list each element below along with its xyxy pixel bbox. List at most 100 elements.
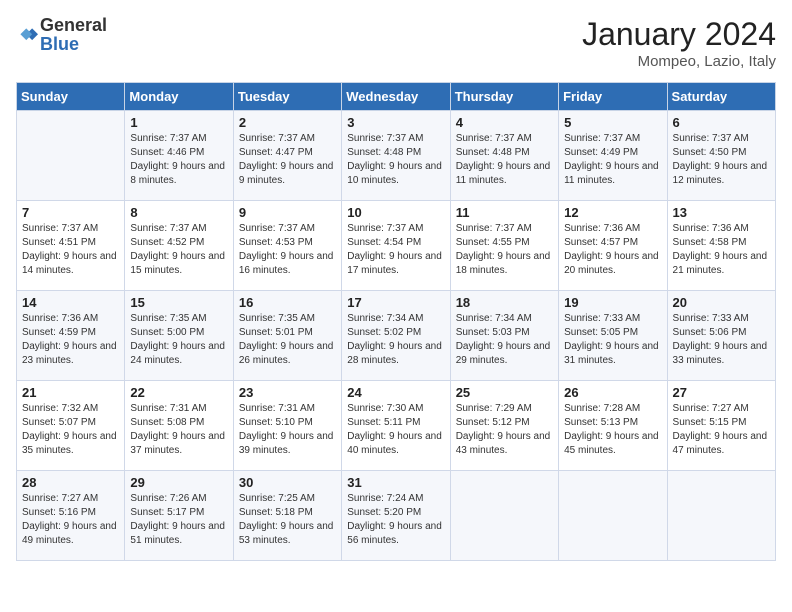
logo-icon xyxy=(16,24,38,46)
calendar-day-cell: 30Sunrise: 7:25 AMSunset: 5:18 PMDayligh… xyxy=(233,471,341,561)
calendar-day-cell: 10Sunrise: 7:37 AMSunset: 4:54 PMDayligh… xyxy=(342,201,450,291)
day-info: Sunrise: 7:37 AMSunset: 4:49 PMDaylight:… xyxy=(564,132,661,188)
day-number: 25 xyxy=(456,385,553,400)
day-info: Sunrise: 7:37 AMSunset: 4:54 PMDaylight:… xyxy=(347,222,444,278)
calendar-day-cell: 26 Sunrise: 7:28 AMSunset: 5:13 PMDayligh… xyxy=(559,381,667,471)
calendar-day-cell: 13 Sunrise: 7:36 AMSunset: 4:58 PMDayligh… xyxy=(667,201,775,291)
calendar-week-row: 21Sunrise: 7:32 AMSunset: 5:07 PMDayligh… xyxy=(17,381,776,471)
day-info: Sunrise: 7:33 AMSunset: 5:06 PMDaylight:… xyxy=(673,312,770,368)
calendar-day-cell: 20 Sunrise: 7:33 AMSunset: 5:06 PMDayligh… xyxy=(667,291,775,381)
calendar-day-cell: 27 Sunrise: 7:27 AMSunset: 5:15 PMDayligh… xyxy=(667,381,775,471)
weekday-header-row: SundayMondayTuesdayWednesdayThursdayFrid… xyxy=(17,83,776,111)
day-info: Sunrise: 7:37 AMSunset: 4:55 PMDaylight:… xyxy=(456,222,553,278)
calendar-day-cell: 9 Sunrise: 7:37 AMSunset: 4:53 PMDaylight… xyxy=(233,201,341,291)
day-number: 5 xyxy=(564,115,661,130)
day-number: 9 xyxy=(239,205,336,220)
calendar-day-cell: 28 Sunrise: 7:27 AMSunset: 5:16 PMDayligh… xyxy=(17,471,125,561)
calendar-week-row: 14 Sunrise: 7:36 AMSunset: 4:59 PMDayligh… xyxy=(17,291,776,381)
day-info: Sunrise: 7:33 AMSunset: 5:05 PMDaylight:… xyxy=(564,312,661,368)
calendar-day-cell xyxy=(667,471,775,561)
day-number: 6 xyxy=(673,115,770,130)
day-info: Sunrise: 7:37 AMSunset: 4:52 PMDaylight:… xyxy=(130,222,227,278)
day-number: 7 xyxy=(22,205,119,220)
calendar-day-cell: 2 Sunrise: 7:37 AMSunset: 4:47 PMDaylight… xyxy=(233,111,341,201)
day-number: 19 xyxy=(564,295,661,310)
calendar-day-cell: 14 Sunrise: 7:36 AMSunset: 4:59 PMDayligh… xyxy=(17,291,125,381)
day-info: Sunrise: 7:28 AMSunset: 5:13 PMDaylight:… xyxy=(564,402,661,458)
day-info: Sunrise: 7:34 AMSunset: 5:03 PMDaylight:… xyxy=(456,312,553,368)
calendar-day-cell: 3 Sunrise: 7:37 AMSunset: 4:48 PMDaylight… xyxy=(342,111,450,201)
day-number: 23 xyxy=(239,385,336,400)
day-info: Sunrise: 7:30 AMSunset: 5:11 PMDaylight:… xyxy=(347,402,444,458)
day-info: Sunrise: 7:37 AMSunset: 4:46 PMDaylight:… xyxy=(130,132,227,188)
day-info: Sunrise: 7:31 AMSunset: 5:08 PMDaylight:… xyxy=(130,402,227,458)
day-number: 26 xyxy=(564,385,661,400)
calendar-day-cell: 29 Sunrise: 7:26 AMSunset: 5:17 PMDayligh… xyxy=(125,471,233,561)
day-info: Sunrise: 7:36 AMSunset: 4:59 PMDaylight:… xyxy=(22,312,119,368)
day-info: Sunrise: 7:27 AMSunset: 5:15 PMDaylight:… xyxy=(673,402,770,458)
calendar-table: SundayMondayTuesdayWednesdayThursdayFrid… xyxy=(16,82,776,561)
day-info: Sunrise: 7:32 AMSunset: 5:07 PMDaylight:… xyxy=(22,402,119,458)
location-title: Mompeo, Lazio, Italy xyxy=(582,53,776,70)
calendar-day-cell: 4 Sunrise: 7:37 AMSunset: 4:48 PMDaylight… xyxy=(450,111,558,201)
calendar-week-row: 28 Sunrise: 7:27 AMSunset: 5:16 PMDayligh… xyxy=(17,471,776,561)
day-info: Sunrise: 7:26 AMSunset: 5:17 PMDaylight:… xyxy=(130,492,227,548)
day-number: 14 xyxy=(22,295,119,310)
page-header: General Blue January 2024 Mompeo, Lazio,… xyxy=(16,16,776,70)
day-number: 22 xyxy=(130,385,227,400)
calendar-day-cell: 8 Sunrise: 7:37 AMSunset: 4:52 PMDaylight… xyxy=(125,201,233,291)
day-number: 30 xyxy=(239,475,336,490)
calendar-body: 1 Sunrise: 7:37 AMSunset: 4:46 PMDaylight… xyxy=(17,111,776,561)
day-number: 16 xyxy=(239,295,336,310)
day-info: Sunrise: 7:37 AMSunset: 4:53 PMDaylight:… xyxy=(239,222,336,278)
day-number: 29 xyxy=(130,475,227,490)
day-info: Sunrise: 7:35 AMSunset: 5:00 PMDaylight:… xyxy=(130,312,227,368)
logo-blue-text: Blue xyxy=(40,34,79,54)
day-number: 4 xyxy=(456,115,553,130)
calendar-day-cell xyxy=(17,111,125,201)
weekday-header-cell: Saturday xyxy=(667,83,775,111)
day-number: 20 xyxy=(673,295,770,310)
day-number: 11 xyxy=(456,205,553,220)
weekday-header-cell: Friday xyxy=(559,83,667,111)
calendar-day-cell: 15 Sunrise: 7:35 AMSunset: 5:00 PMDayligh… xyxy=(125,291,233,381)
day-number: 24 xyxy=(347,385,444,400)
calendar-day-cell: 11 Sunrise: 7:37 AMSunset: 4:55 PMDayligh… xyxy=(450,201,558,291)
day-info: Sunrise: 7:37 AMSunset: 4:47 PMDaylight:… xyxy=(239,132,336,188)
day-number: 27 xyxy=(673,385,770,400)
logo: General Blue xyxy=(16,16,107,54)
calendar-day-cell: 25Sunrise: 7:29 AMSunset: 5:12 PMDayligh… xyxy=(450,381,558,471)
day-number: 3 xyxy=(347,115,444,130)
calendar-day-cell: 5 Sunrise: 7:37 AMSunset: 4:49 PMDaylight… xyxy=(559,111,667,201)
calendar-day-cell: 7Sunrise: 7:37 AMSunset: 4:51 PMDaylight… xyxy=(17,201,125,291)
title-block: January 2024 Mompeo, Lazio, Italy xyxy=(582,16,776,70)
calendar-day-cell xyxy=(559,471,667,561)
day-number: 1 xyxy=(130,115,227,130)
calendar-day-cell: 16Sunrise: 7:35 AMSunset: 5:01 PMDayligh… xyxy=(233,291,341,381)
day-info: Sunrise: 7:37 AMSunset: 4:48 PMDaylight:… xyxy=(347,132,444,188)
day-number: 8 xyxy=(130,205,227,220)
calendar-week-row: 7Sunrise: 7:37 AMSunset: 4:51 PMDaylight… xyxy=(17,201,776,291)
day-info: Sunrise: 7:37 AMSunset: 4:50 PMDaylight:… xyxy=(673,132,770,188)
day-number: 18 xyxy=(456,295,553,310)
day-info: Sunrise: 7:34 AMSunset: 5:02 PMDaylight:… xyxy=(347,312,444,368)
calendar-day-cell: 19 Sunrise: 7:33 AMSunset: 5:05 PMDayligh… xyxy=(559,291,667,381)
calendar-day-cell: 21Sunrise: 7:32 AMSunset: 5:07 PMDayligh… xyxy=(17,381,125,471)
day-number: 13 xyxy=(673,205,770,220)
day-number: 15 xyxy=(130,295,227,310)
calendar-day-cell: 1 Sunrise: 7:37 AMSunset: 4:46 PMDaylight… xyxy=(125,111,233,201)
day-number: 12 xyxy=(564,205,661,220)
weekday-header-cell: Thursday xyxy=(450,83,558,111)
day-info: Sunrise: 7:36 AMSunset: 4:58 PMDaylight:… xyxy=(673,222,770,278)
calendar-day-cell: 6 Sunrise: 7:37 AMSunset: 4:50 PMDaylight… xyxy=(667,111,775,201)
month-title: January 2024 xyxy=(582,16,776,53)
calendar-day-cell: 31 Sunrise: 7:24 AMSunset: 5:20 PMDayligh… xyxy=(342,471,450,561)
day-info: Sunrise: 7:37 AMSunset: 4:48 PMDaylight:… xyxy=(456,132,553,188)
day-info: Sunrise: 7:31 AMSunset: 5:10 PMDaylight:… xyxy=(239,402,336,458)
day-info: Sunrise: 7:27 AMSunset: 5:16 PMDaylight:… xyxy=(22,492,119,548)
day-number: 28 xyxy=(22,475,119,490)
day-number: 2 xyxy=(239,115,336,130)
day-info: Sunrise: 7:24 AMSunset: 5:20 PMDaylight:… xyxy=(347,492,444,548)
day-number: 31 xyxy=(347,475,444,490)
calendar-day-cell: 12Sunrise: 7:36 AMSunset: 4:57 PMDayligh… xyxy=(559,201,667,291)
